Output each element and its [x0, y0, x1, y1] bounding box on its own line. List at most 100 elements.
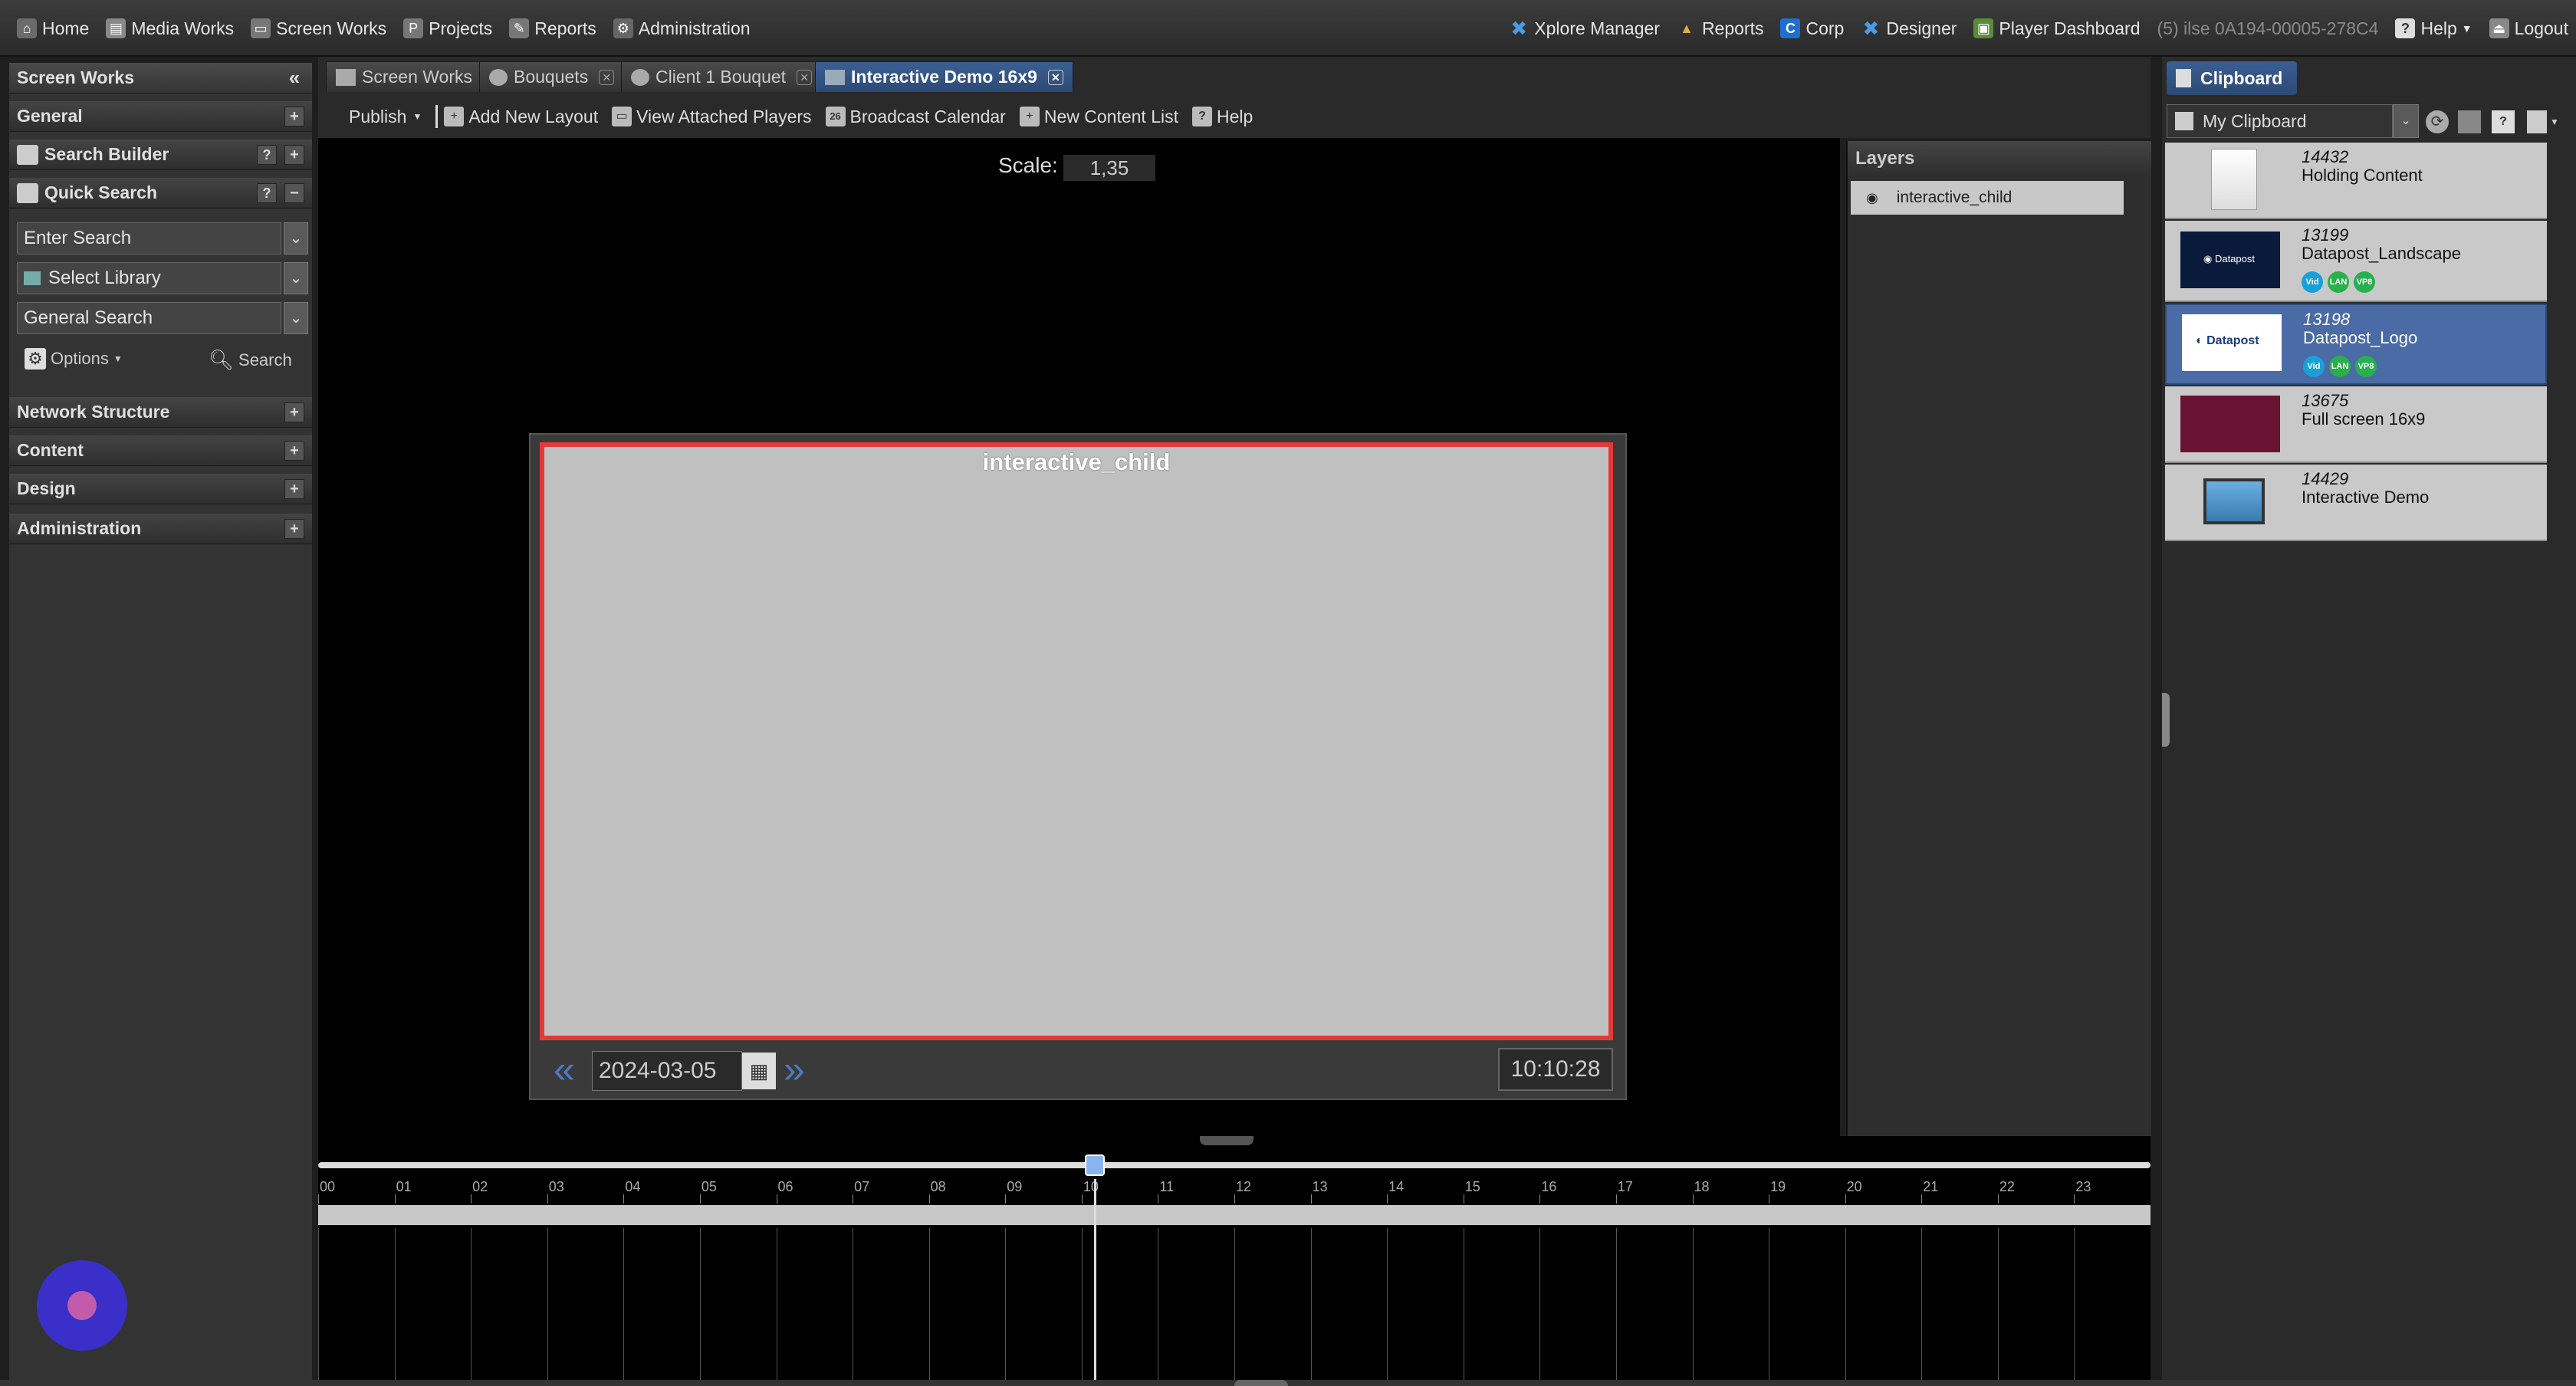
nav-home[interactable]: ⌂ Home	[17, 18, 89, 39]
close-icon[interactable]: ✕	[1047, 69, 1063, 85]
library-select[interactable]: Select Library	[17, 262, 281, 294]
collapse-left-icon[interactable]: «	[284, 67, 304, 88]
timeline-slider-track[interactable]	[318, 1162, 2150, 1168]
search-dropdown[interactable]: ⌄	[284, 222, 308, 255]
section-search-builder[interactable]: Search Builder? +	[9, 140, 312, 170]
new-content-list-button[interactable]: + New Content List	[1019, 107, 1178, 127]
expand-icon[interactable]: +	[284, 106, 304, 126]
help-icon[interactable]: ?	[2492, 110, 2515, 133]
scale-value[interactable]: 1,35	[1063, 155, 1155, 181]
search-button[interactable]: 🔍︎ Search	[209, 348, 292, 372]
zone-interactive-child[interactable]: interactive_child	[540, 442, 1613, 1040]
help-icon[interactable]: ?	[257, 144, 277, 165]
close-icon[interactable]: ✕	[797, 69, 813, 85]
view-players-button[interactable]: ▭ View Attached Players	[612, 107, 812, 127]
add-layout-button[interactable]: + Add New Layout	[444, 107, 598, 127]
layer-item[interactable]: ◉ interactive_child	[1851, 181, 2124, 215]
collapse-icon[interactable]: −	[284, 182, 304, 203]
timeline-grid-line	[318, 1228, 319, 1380]
chevron-down-icon[interactable]: ⌄	[2393, 104, 2419, 138]
section-administration[interactable]: Administration +	[9, 514, 312, 544]
clipboard-tab[interactable]: Clipboard	[2167, 61, 2297, 95]
timeline-hour-label: 05	[701, 1179, 717, 1194]
eye-icon[interactable]: ◉	[1866, 190, 1878, 206]
section-general[interactable]: General +	[9, 101, 312, 132]
help-icon: ?	[1191, 107, 1212, 126]
timeline-tick	[1921, 1194, 1923, 1204]
clipboard-select[interactable]: My Clipboard	[2167, 104, 2393, 138]
tab-screen-works[interactable]: Screen Works	[326, 61, 483, 92]
search-type-select[interactable]: General Search	[17, 302, 281, 334]
paste-icon[interactable]	[2458, 110, 2481, 133]
nav-designer[interactable]: ✖ Designer	[1861, 17, 1957, 40]
nav-reports[interactable]: ✎ Reports	[509, 18, 596, 39]
tab-bar: Screen Works Bouquets ✕ Client 1 Bouquet ✕…	[318, 57, 2150, 95]
next-day-icon[interactable]: »	[784, 1048, 805, 1091]
tab-label: Interactive Demo 16x9	[851, 67, 1037, 87]
clipboard-tab-label: Clipboard	[2200, 67, 2283, 88]
section-design-label: Design	[17, 478, 76, 498]
timeline-tick	[1005, 1194, 1007, 1204]
date-field[interactable]: 2024-03-05	[592, 1051, 742, 1091]
nav-administration[interactable]: ⚙ Administration	[613, 18, 751, 39]
timeline-hour-label: 06	[777, 1179, 794, 1194]
nav-reports-right[interactable]: ▲ Reports	[1677, 18, 1763, 39]
expand-icon[interactable]: +	[284, 518, 304, 539]
timeline-resize-handle[interactable]	[1200, 1136, 1254, 1145]
floating-action-button[interactable]	[37, 1260, 127, 1351]
calendar-icon[interactable]: ▦	[742, 1053, 776, 1089]
nav-corp[interactable]: C Corp	[1780, 18, 1844, 39]
search-type-dropdown[interactable]: ⌄	[284, 302, 308, 334]
timeline-hour-label: 15	[1464, 1179, 1480, 1194]
expand-icon[interactable]: +	[284, 144, 304, 165]
timeline-slider-thumb[interactable]	[1085, 1154, 1106, 1176]
clipboard-item[interactable]: 14432 Holding Content	[2165, 143, 2547, 219]
search-input[interactable]: Enter Search	[17, 222, 281, 255]
chevron-down-icon[interactable]: ▼	[2550, 117, 2559, 127]
bottom-resize-handle[interactable]	[1234, 1380, 1288, 1386]
search-builder-icon	[17, 144, 38, 165]
expand-icon[interactable]: +	[284, 440, 304, 461]
layers-title: Layers	[1848, 141, 2151, 176]
nav-screen-works[interactable]: ▭ Screen Works	[251, 18, 386, 39]
new-list-icon: +	[1019, 107, 1040, 126]
nav-player-dashboard[interactable]: ▣ Player Dashboard	[1973, 18, 2141, 39]
clipboard-item[interactable]: ◉ Datapost 13199 Datapost_Landscape Vid …	[2165, 221, 2547, 302]
previous-day-icon[interactable]: «	[554, 1048, 575, 1091]
collapse-right-handle[interactable]	[2162, 693, 2170, 747]
broadcast-calendar-button[interactable]: 26 Broadcast Calendar	[825, 107, 1006, 127]
help-button[interactable]: ? Help	[1191, 107, 1253, 127]
nav-logout[interactable]: ⏏ Logout	[2489, 18, 2568, 39]
nav-media-works[interactable]: ▤ Media Works	[106, 18, 234, 39]
publish-button[interactable]: Publish ▼	[349, 107, 422, 127]
timeline-tick	[1539, 1194, 1541, 1204]
close-icon[interactable]: ✕	[599, 69, 615, 85]
section-quick-search[interactable]: Quick Search? −	[9, 178, 312, 209]
nav-projects[interactable]: P Projects	[403, 18, 492, 39]
refresh-icon[interactable]: ⟳	[2426, 110, 2449, 133]
layout-canvas[interactable]: Scale: 1,35 interactive_child « 2024-03-…	[318, 138, 1840, 1136]
time-field[interactable]: 10:10:28	[1498, 1048, 1613, 1091]
nav-xplore-manager[interactable]: ✖ Xplore Manager	[1509, 17, 1660, 40]
clear-clipboard-icon[interactable]	[2527, 110, 2547, 133]
tab-client-bouquet[interactable]: Client 1 Bouquet ✕	[621, 61, 823, 92]
options-button[interactable]: ⚙ Options ▼	[25, 348, 123, 369]
help-icon[interactable]: ?	[257, 182, 277, 203]
bouquet-icon	[489, 68, 508, 86]
nav-corp-label: Corp	[1806, 18, 1845, 38]
expand-icon[interactable]: +	[284, 402, 304, 422]
nav-help[interactable]: ? Help ▼	[2395, 18, 2472, 39]
expand-icon[interactable]: +	[284, 478, 304, 499]
library-dropdown[interactable]: ⌄	[284, 262, 308, 294]
timeline-bar	[318, 1205, 2150, 1225]
section-design[interactable]: Design +	[9, 474, 312, 504]
section-content[interactable]: Content +	[9, 435, 312, 466]
tab-label: Screen Works	[362, 67, 473, 87]
timeline-hour-label: 22	[1999, 1179, 2015, 1194]
clipboard-item[interactable]: 14429 Interactive Demo	[2165, 465, 2547, 541]
section-network-structure[interactable]: Network Structure +	[9, 397, 312, 428]
tab-interactive-demo[interactable]: Interactive Demo 16x9 ✕	[815, 61, 1073, 92]
tab-bouquets[interactable]: Bouquets ✕	[479, 61, 625, 92]
clipboard-item[interactable]: ◐ Datapost 13198 Datapost_Logo Vid LAN V…	[2165, 304, 2547, 385]
clipboard-item[interactable]: 13675 Full screen 16x9	[2165, 386, 2547, 463]
